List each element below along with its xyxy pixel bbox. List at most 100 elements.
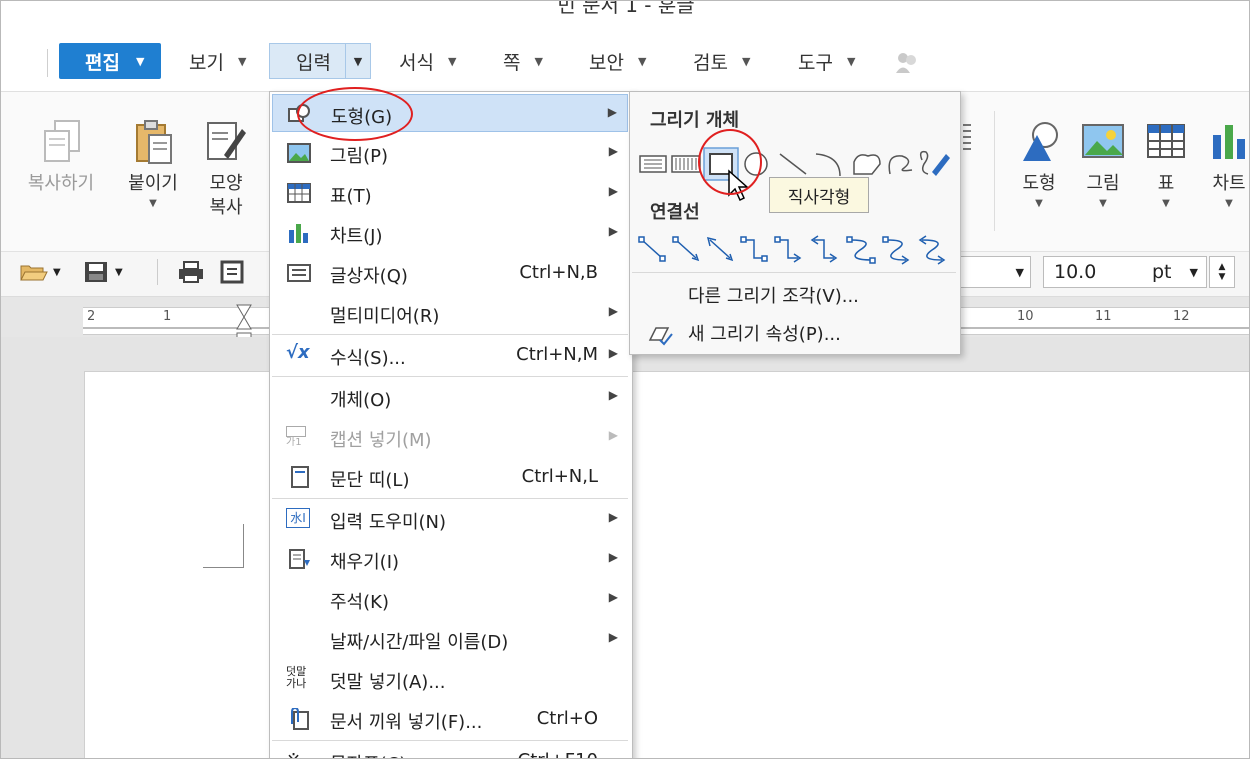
shape-icon <box>1023 122 1058 161</box>
clipboard-icon <box>136 120 172 164</box>
chart-button[interactable]: 차트 ▼ <box>1201 117 1249 209</box>
menu-item-label: 그림(P) <box>330 146 389 167</box>
menu-item-table[interactable]: 표(T) ▶ <box>272 174 628 212</box>
menu-item-label: 멀티미디어(R) <box>330 306 440 327</box>
open-button[interactable]: ▼ <box>19 259 61 285</box>
pencil-shape-icon[interactable] <box>919 150 950 176</box>
menu-item-shortcut: Ctrl+N,M <box>516 344 598 365</box>
ruby-icon-bottom: 가나 <box>286 677 307 690</box>
preview-button[interactable] <box>219 259 245 285</box>
input-helper-icon: 水I <box>286 508 310 528</box>
save-button[interactable]: ▼ <box>83 259 123 285</box>
preview-icon <box>220 260 244 284</box>
menu-security[interactable]: 보안 ▼ <box>589 43 646 79</box>
save-icon <box>85 262 107 282</box>
connector-elbow-icon[interactable] <box>740 236 768 262</box>
menu-item-shortcut: Ctrl+N,L <box>521 466 598 487</box>
copy-button[interactable]: 복사하기 <box>19 117 103 196</box>
menu-edit[interactable]: 편집 ▼ <box>59 43 161 79</box>
picture-icon <box>1082 124 1124 158</box>
menu-item-label: 문자표(C)... <box>330 750 423 758</box>
users-icon[interactable] <box>894 49 920 75</box>
chevron-right-icon: ▶ <box>608 304 618 318</box>
connector-curve-icon[interactable] <box>846 236 876 264</box>
menu-format-label: 서식 <box>399 51 434 74</box>
menu-item-object[interactable]: 개체(O) ▶ <box>272 378 628 416</box>
connector-arrow-icon[interactable] <box>672 236 700 262</box>
connector-elbow-double-icon[interactable] <box>810 235 838 263</box>
menu-item-textbox[interactable]: 글상자(Q) Ctrl+N,B <box>272 254 628 292</box>
menu-item-label: 문단 띠(L) <box>330 470 410 491</box>
ruby-text-icon: 덧말 가나 <box>286 666 312 690</box>
menu-view-label: 보기 <box>189 51 224 74</box>
barcode-shape-icon[interactable] <box>671 155 701 173</box>
polygon-shape-icon[interactable] <box>853 154 881 175</box>
margin-corner-mark <box>203 524 244 568</box>
menu-item-insert-document[interactable]: 문서 끼워 넣기(F)... Ctrl+O <box>272 700 628 738</box>
connector-straight-icon[interactable] <box>638 236 666 262</box>
font-name-dropdown[interactable]: ▼ <box>959 256 1031 288</box>
more-drawing-pieces-label: 다른 그리기 조각(V)... <box>688 286 859 307</box>
menu-item-shortcut: Ctrl+F10 <box>518 750 598 758</box>
menu-item-fill[interactable]: 채우기(I) ▶ <box>272 540 628 578</box>
connector-elbow-arrow-icon[interactable] <box>774 236 802 263</box>
window-title: 빈 문서 1 - 훈글 <box>557 0 695 17</box>
document-page[interactable] <box>84 371 1249 758</box>
chevron-down-icon: ▼ <box>741 54 751 68</box>
connector-double-arrow-icon[interactable] <box>706 236 734 262</box>
format-painter-icon <box>207 122 246 160</box>
textbox-shape-icon[interactable] <box>639 155 667 173</box>
table-label: 표 <box>1157 173 1175 194</box>
caption-icon: 가1 <box>286 426 312 448</box>
connector-curve-arrow-icon[interactable] <box>882 236 910 265</box>
copy-label: 복사하기 <box>27 173 95 194</box>
format-copy-button[interactable]: 모양 복사 <box>197 117 255 220</box>
chevron-down-icon[interactable]: ▼ <box>345 44 370 78</box>
chevron-down-icon: ▼ <box>1035 198 1043 209</box>
arc-shape-icon[interactable] <box>815 153 841 177</box>
table-button[interactable]: 표 ▼ <box>1141 117 1191 209</box>
menu-tools[interactable]: 도구 ▼ <box>798 43 855 79</box>
menu-format[interactable]: 서식 ▼ <box>399 43 456 79</box>
line-shape-icon[interactable] <box>779 153 807 175</box>
paste-button[interactable]: 붙이기 ▼ <box>119 117 187 209</box>
tooltip-text: 직사각형 <box>787 187 851 208</box>
menu-item-paragraph-band[interactable]: 문단 띠(L) Ctrl+N,L <box>272 458 628 496</box>
chevron-right-icon: ▶ <box>608 346 618 360</box>
fill-icon <box>289 549 310 569</box>
more-drawing-pieces-item[interactable]: 다른 그리기 조각(V)... <box>630 276 958 312</box>
ruler-number: 12 <box>1173 309 1190 324</box>
menu-item-equation[interactable]: √x 수식(S)... Ctrl+N,M ▶ <box>272 336 628 374</box>
connector-curve-double-icon[interactable] <box>918 235 946 265</box>
menu-review[interactable]: 검토 ▼ <box>693 43 750 79</box>
menu-item-multimedia[interactable]: 멀티미디어(R) ▶ <box>272 294 628 332</box>
format-copy-label-1: 모양 <box>209 173 243 194</box>
menu-item-ruby-text[interactable]: 덧말 가나 덧말 넣기(A)... <box>272 660 628 698</box>
symbol-icon: ※ <box>286 750 312 758</box>
chevron-up-icon: ▲ <box>1218 262 1226 272</box>
menu-item-caption: 가1 캡션 넣기(M) ▶ <box>272 418 628 456</box>
new-drawing-props-item[interactable]: 새 그리기 속성(P)... <box>630 314 958 350</box>
menu-view[interactable]: 보기 ▼ <box>189 43 246 79</box>
chevron-down-icon: ▼ <box>846 54 856 68</box>
menu-item-picture[interactable]: 그림(P) ▶ <box>272 134 628 172</box>
menu-item-label: 채우기(I) <box>330 552 400 573</box>
font-size-stepper[interactable]: ▲ ▼ <box>1209 256 1235 288</box>
menu-edit-label: 편집 <box>85 51 120 74</box>
menu-page[interactable]: 쪽 ▼ <box>503 43 543 79</box>
menu-item-symbols[interactable]: ※ 문자표(C)... Ctrl+F10 <box>272 742 628 758</box>
menu-separator <box>272 334 628 335</box>
chevron-down-icon: ▼ <box>237 54 247 68</box>
picture-button[interactable]: 그림 ▼ <box>1075 117 1131 209</box>
curve-shape-icon[interactable] <box>888 155 913 175</box>
submenu-separator <box>632 272 956 273</box>
menu-item-chart[interactable]: 차트(J) ▶ <box>272 214 628 252</box>
chevron-right-icon: ▶ <box>608 510 618 524</box>
menu-item-input-helper[interactable]: 水I 입력 도우미(N) ▶ <box>272 500 628 538</box>
shape-button[interactable]: 도형 ▼ <box>1011 117 1067 209</box>
menu-item-annotation[interactable]: 주석(K) ▶ <box>272 580 628 618</box>
font-size-field[interactable]: 10.0 pt ▼ <box>1043 256 1207 288</box>
print-button[interactable] <box>177 259 205 285</box>
menu-input[interactable]: 입력 ▼ <box>269 43 371 79</box>
menu-item-date-time-filename[interactable]: 날짜/시간/파일 이름(D) ▶ <box>272 620 628 658</box>
